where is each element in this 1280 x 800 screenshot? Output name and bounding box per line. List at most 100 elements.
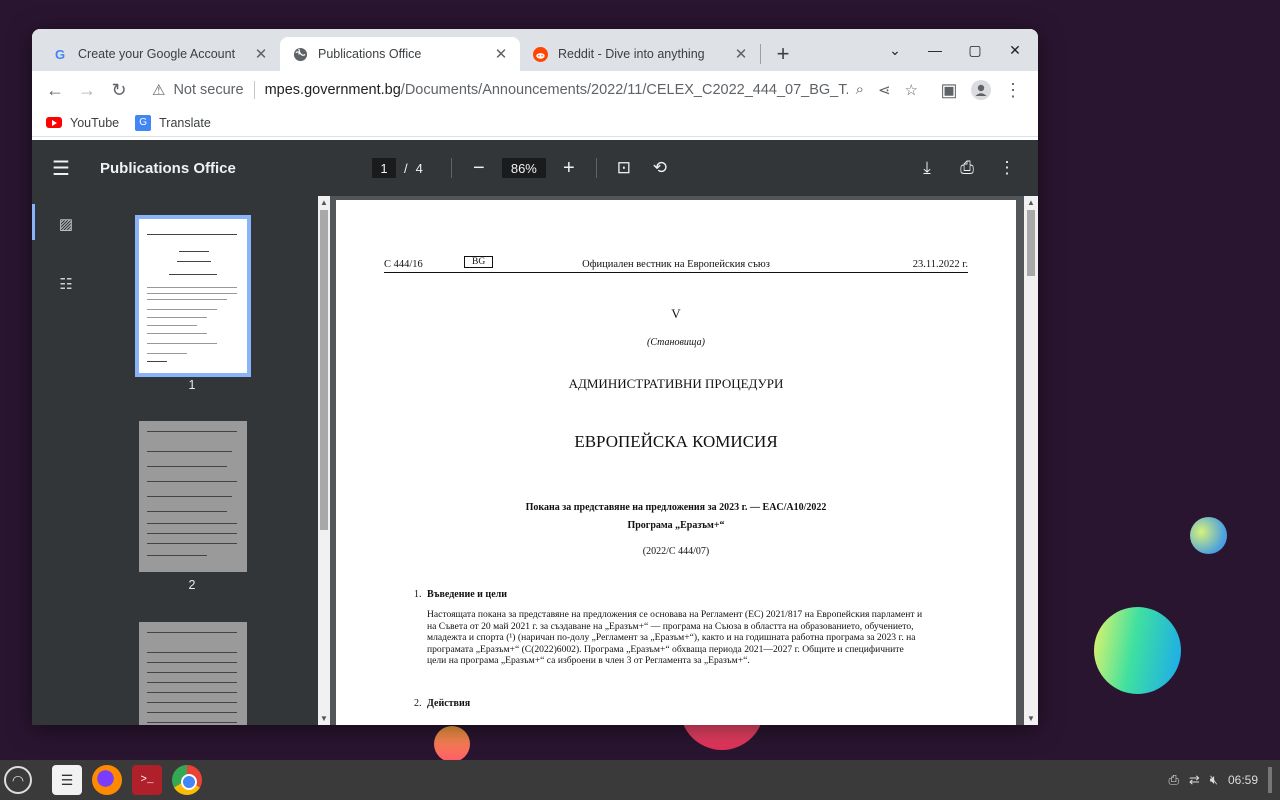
journal-name: Официален вестник на Европейския съюз bbox=[582, 259, 770, 270]
pdf-toolbar: ☰ Publications Office 1 / 4 − 86% + ⊡ ⟲ … bbox=[32, 140, 1038, 196]
new-tab-button[interactable]: + bbox=[769, 40, 797, 68]
reddit-icon bbox=[532, 46, 548, 62]
window-controls: ⌄ — ▢ ✕ bbox=[880, 35, 1030, 65]
side-panel-icon[interactable]: ▣ bbox=[934, 75, 964, 105]
active-indicator bbox=[32, 204, 35, 240]
url-text[interactable]: mpes.government.bg/Documents/Announcemen… bbox=[265, 82, 848, 98]
minimize-icon[interactable]: — bbox=[920, 35, 950, 65]
scrollbar-thumb[interactable] bbox=[320, 210, 328, 530]
printer-icon[interactable]: ⎙ bbox=[1168, 772, 1178, 788]
zoom-icon[interactable]: ⌕ bbox=[856, 81, 864, 99]
call-title: Покана за представяне на предложения за … bbox=[525, 502, 827, 513]
browser-toolbar: ← → ↻ ⚠ Not secure mpes.government.bg/Do… bbox=[32, 71, 1038, 109]
page-number-input[interactable]: 1 bbox=[372, 158, 396, 178]
section-paragraph: Настоящата покана за представяне на пред… bbox=[427, 609, 940, 667]
heading-procedures: АДМИНИСТРАТИВНИ ПРОЦЕДУРИ bbox=[568, 376, 784, 391]
page-thumbnail[interactable] bbox=[139, 421, 247, 572]
pdf-title: Publications Office bbox=[100, 159, 236, 177]
thumbnails-icon[interactable]: ▨ bbox=[56, 214, 76, 234]
tab-google-account[interactable]: G Create your Google Account ✕ bbox=[40, 37, 280, 71]
print-icon[interactable]: ⎙ bbox=[954, 155, 980, 181]
close-window-icon[interactable]: ✕ bbox=[1000, 35, 1030, 65]
sidebar-scrollbar[interactable]: ▲ ▼ bbox=[318, 196, 330, 725]
network-icon[interactable]: ⇄ bbox=[1189, 772, 1200, 788]
rotate-icon[interactable]: ⟲ bbox=[647, 155, 673, 181]
outline-icon[interactable]: ☷ bbox=[56, 274, 76, 294]
page-total: 4 bbox=[415, 160, 423, 176]
url-path: /Documents/Announcements/2022/11/CELEX_C… bbox=[400, 82, 848, 98]
hamburger-menu-icon[interactable]: ☰ bbox=[52, 156, 82, 181]
desktop-orb bbox=[1094, 607, 1181, 694]
tab-strip: G Create your Google Account ✕ Publicati… bbox=[32, 29, 1038, 71]
maximize-icon[interactable]: ▢ bbox=[960, 35, 990, 65]
translate-icon: G bbox=[135, 114, 152, 131]
close-icon[interactable]: ✕ bbox=[252, 45, 270, 63]
zoom-out-icon[interactable]: − bbox=[466, 155, 492, 181]
paragraph-line: на Съвета от 20 май 2021 г. за създаване… bbox=[427, 620, 914, 632]
firefox-icon[interactable] bbox=[92, 765, 122, 795]
section-numeral: V bbox=[671, 306, 681, 321]
more-options-icon[interactable]: ⋮ bbox=[994, 155, 1020, 181]
share-icon[interactable]: ⋖ bbox=[878, 81, 891, 99]
pdf-page: C 444/16 BG Официален вестник на Европей… bbox=[336, 200, 1016, 725]
omnibox-divider bbox=[253, 81, 255, 99]
bookmark-youtube[interactable]: YouTube bbox=[46, 116, 119, 130]
google-icon: G bbox=[54, 46, 66, 62]
tab-title: Create your Google Account bbox=[78, 47, 236, 61]
close-icon[interactable]: ✕ bbox=[732, 45, 750, 63]
download-icon[interactable]: ⤓ bbox=[914, 155, 940, 181]
journal-date: 23.11.2022 г. bbox=[912, 259, 968, 270]
fit-page-icon[interactable]: ⊡ bbox=[611, 155, 637, 181]
paragraph-line: програмата „Еразъм+“ (C(2022)6002). Прог… bbox=[427, 643, 904, 655]
forward-icon[interactable]: → bbox=[72, 75, 102, 105]
paragraph-line: младежта и спорта (¹) (наричан по-долу „… bbox=[427, 632, 916, 643]
thumbnail-label: 1 bbox=[188, 378, 196, 392]
page-thumbnail[interactable] bbox=[135, 215, 251, 377]
section-number: 2. bbox=[414, 698, 422, 709]
show-desktop-button[interactable] bbox=[1268, 767, 1272, 793]
section-title: Въведение и цели bbox=[427, 589, 507, 600]
files-app-icon[interactable]: ☰ bbox=[52, 765, 82, 795]
document-scrollbar[interactable]: ▲ ▼ bbox=[1024, 196, 1038, 725]
security-label[interactable]: Not secure bbox=[173, 82, 243, 98]
warning-icon[interactable]: ⚠ bbox=[152, 81, 165, 99]
reload-icon[interactable]: ↻ bbox=[104, 75, 134, 105]
back-icon[interactable]: ← bbox=[40, 75, 70, 105]
system-tray: ⎙ ⇄ 🔇︎ 06:59 bbox=[1168, 767, 1280, 793]
tab-title: Publications Office bbox=[318, 47, 422, 61]
launcher-icon[interactable]: ◠ bbox=[4, 766, 32, 794]
reference-number: (2022/C 444/07) bbox=[642, 546, 710, 557]
address-bar[interactable]: ⚠ Not secure mpes.government.bg/Document… bbox=[144, 75, 926, 105]
bookmark-label: YouTube bbox=[70, 115, 120, 130]
url-domain: mpes.government.bg bbox=[264, 82, 401, 98]
bookmark-translate[interactable]: G Translate bbox=[135, 114, 211, 131]
page-separator: / bbox=[404, 160, 408, 176]
volume-muted-icon[interactable]: 🔇︎ bbox=[1210, 772, 1218, 788]
close-icon[interactable]: ✕ bbox=[492, 45, 510, 63]
terminal-icon[interactable]: >_ bbox=[132, 765, 162, 795]
tab-publications-office[interactable]: Publications Office ✕ bbox=[280, 37, 520, 71]
paragraph-line: Настоящата покана за представяне на пред… bbox=[427, 609, 923, 620]
pdf-actions: ⤓ ⎙ ⋮ bbox=[914, 155, 1020, 181]
section-subtitle: (Становища) bbox=[647, 337, 705, 348]
page-thumbnail[interactable] bbox=[139, 622, 247, 725]
toolbar-divider bbox=[450, 158, 452, 178]
heading-commission: ЕВРОПЕЙСКА КОМИСИЯ bbox=[574, 432, 778, 451]
menu-icon[interactable]: ⋮ bbox=[998, 75, 1028, 105]
zoom-in-icon[interactable]: + bbox=[556, 155, 582, 181]
programme-name: Програма „Еразъм+“ bbox=[627, 520, 725, 531]
chrome-icon[interactable] bbox=[172, 765, 202, 795]
tab-title: Reddit - Dive into anything bbox=[558, 47, 705, 61]
pinned-apps: ☰ >_ bbox=[52, 765, 202, 795]
desktop-orb bbox=[1190, 517, 1227, 554]
zoom-input[interactable]: 86% bbox=[501, 158, 546, 178]
tab-search-icon[interactable]: ⌄ bbox=[880, 35, 910, 65]
tab-reddit[interactable]: Reddit - Dive into anything ✕ bbox=[520, 37, 760, 71]
star-icon[interactable]: ☆ bbox=[905, 81, 918, 99]
scrollbar-thumb[interactable] bbox=[1027, 210, 1035, 276]
pdf-sidebar: ▨ ☷ 1 2 ▲ ▼ bbox=[32, 196, 330, 725]
clock[interactable]: 06:59 bbox=[1228, 773, 1258, 787]
globe-icon bbox=[292, 46, 308, 62]
profile-icon[interactable] bbox=[966, 75, 996, 105]
bookmarks-bar: YouTube G Translate bbox=[32, 109, 1038, 137]
